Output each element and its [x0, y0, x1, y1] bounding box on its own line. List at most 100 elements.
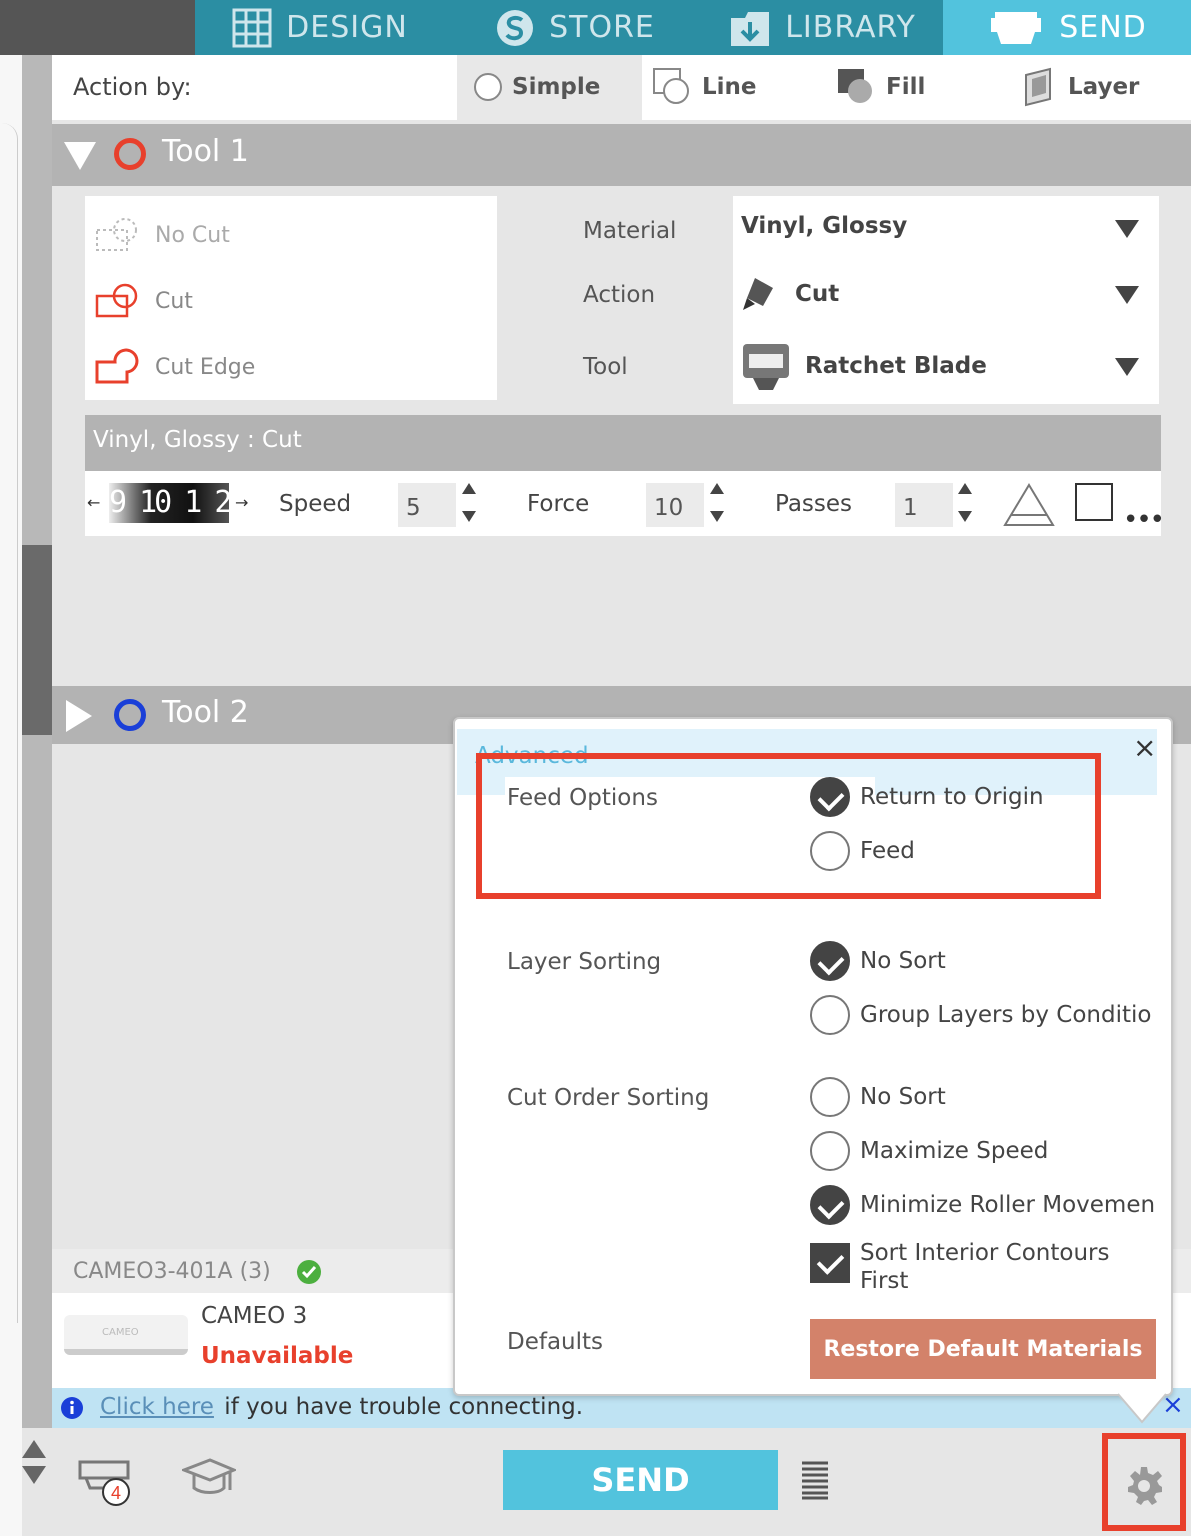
action-dropdown-arrow-icon[interactable]: [1115, 286, 1139, 304]
tool-label: Tool: [583, 354, 628, 380]
passes-input[interactable]: 1: [895, 483, 953, 527]
simple-radio[interactable]: [474, 73, 502, 101]
material-label: Material: [583, 218, 677, 244]
minimize-roller-option[interactable]: Minimize Roller Movemen: [810, 1185, 1155, 1225]
speed-input[interactable]: 5: [398, 483, 456, 527]
maximize-speed-radio[interactable]: [810, 1131, 850, 1171]
device-status: Unavailable: [201, 1343, 354, 1369]
tool2-title: Tool 2: [162, 695, 249, 730]
tab-design-label: DESIGN: [286, 10, 408, 45]
no-cut-icon: [96, 218, 137, 251]
material-summary-text: Vinyl, Glossy : Cut: [93, 427, 302, 453]
no-cut-label: No Cut: [155, 222, 230, 248]
action-value-group: Cut: [741, 274, 839, 314]
left-panel-border: [0, 123, 18, 1323]
fill-label: Fill: [886, 74, 926, 100]
material-dropdown-arrow-icon[interactable]: [1115, 220, 1139, 238]
action-by-bar: Action by: Simple Line Fill Layer: [52, 55, 1191, 120]
cut-action-list: No Cut Cut Cut Edge: [85, 196, 497, 400]
tab-library-label: LIBRARY: [785, 10, 916, 45]
action-cut-edge[interactable]: Cut Edge: [95, 348, 255, 386]
cut-label: Cut: [155, 288, 193, 314]
force-input[interactable]: 10: [646, 483, 704, 527]
tool-dropdown[interactable]: Ratchet Blade: [733, 334, 1159, 398]
passes-stepper[interactable]: [958, 483, 972, 523]
sort-interior-checkbox[interactable]: [810, 1243, 850, 1283]
popup-pointer: [1117, 1393, 1167, 1424]
action-simple-option[interactable]: Simple: [474, 73, 600, 101]
scrollbar-thumb[interactable]: [22, 545, 52, 735]
tool-dropdown-arrow-icon[interactable]: [1115, 358, 1139, 376]
action-line-option[interactable]: Line: [652, 67, 757, 107]
maximize-speed-option[interactable]: Maximize Speed: [810, 1131, 1048, 1171]
blade-right-arrow-icon[interactable]: →: [235, 493, 248, 512]
cut-icon: [95, 283, 138, 318]
test-cut-triangle-icon[interactable]: [1001, 481, 1057, 529]
layer-no-sort-option[interactable]: No Sort: [810, 941, 946, 981]
cut-edge-label: Cut Edge: [155, 354, 256, 380]
sort-interior-text: Sort Interior Contours First: [860, 1239, 1110, 1295]
tab-design[interactable]: DESIGN: [230, 0, 410, 55]
tab-library[interactable]: LIBRARY: [725, 0, 920, 55]
minimize-roller-radio[interactable]: [810, 1185, 850, 1225]
info-text: if you have trouble connecting.: [217, 1394, 584, 1420]
job-queue-icon[interactable]: 4: [76, 1452, 138, 1508]
panel-scrollbar[interactable]: [22, 55, 52, 1536]
scroll-up-icon[interactable]: [22, 1440, 46, 1458]
cut-no-sort-label: No Sort: [860, 1084, 946, 1110]
tab-send-label: SEND: [1059, 10, 1147, 45]
send-button[interactable]: SEND: [503, 1450, 778, 1510]
speed-stepper[interactable]: [462, 483, 476, 523]
line-label: Line: [702, 74, 757, 100]
feed-options-highlight-box: [476, 753, 1101, 899]
minimize-roller-label: Minimize Roller Movemen: [860, 1192, 1155, 1218]
bottom-scroll-arrows[interactable]: [22, 1440, 46, 1504]
more-options-icon[interactable]: •••: [1123, 505, 1165, 535]
expand-triangle-icon[interactable]: [64, 698, 94, 734]
tutorial-cap-icon[interactable]: [182, 1456, 236, 1500]
action-layer-option[interactable]: Layer: [1022, 67, 1139, 107]
action-cut[interactable]: Cut: [95, 282, 193, 320]
tab-store[interactable]: STORE: [490, 0, 660, 55]
job-queue-count: 4: [111, 1483, 121, 1503]
cutter-icon: [991, 11, 1042, 44]
sort-interior-option[interactable]: Sort Interior Contours First: [810, 1239, 1110, 1295]
collapse-triangle-icon[interactable]: [62, 140, 98, 172]
material-value: Vinyl, Glossy: [741, 213, 908, 239]
download-icon: [731, 11, 770, 46]
cut-no-sort-radio[interactable]: [810, 1077, 850, 1117]
click-here-link[interactable]: Click here: [100, 1394, 214, 1420]
tool1-dropdowns: Vinyl, Glossy Cut Ratchet Blade: [733, 196, 1159, 404]
blade-left-arrow-icon[interactable]: ←: [87, 493, 100, 512]
test-cut-square-icon[interactable]: [1075, 483, 1113, 521]
action-dropdown[interactable]: Cut: [733, 264, 1159, 326]
material-summary-bar: Vinyl, Glossy : Cut: [85, 415, 1161, 471]
blade-depth-preview[interactable]: 9 10 1 2 3: [109, 483, 229, 523]
layer-no-sort-radio[interactable]: [810, 941, 850, 981]
gear-icon[interactable]: [1124, 1465, 1164, 1505]
cameo-thumbnail: CAMEO: [64, 1315, 188, 1355]
action-fill-option[interactable]: Fill: [836, 67, 925, 107]
action-no-cut[interactable]: No Cut: [95, 216, 230, 254]
blade-action-icon: [743, 278, 773, 310]
restore-default-materials-button[interactable]: Restore Default Materials: [810, 1319, 1156, 1379]
tool1-header[interactable]: Tool 1: [52, 124, 1191, 186]
material-dropdown[interactable]: Vinyl, Glossy: [733, 196, 1159, 258]
action-by-label: Action by:: [73, 73, 192, 101]
force-stepper[interactable]: [710, 483, 724, 523]
scroll-down-icon[interactable]: [22, 1466, 46, 1484]
group-layers-option[interactable]: Group Layers by Conditio: [810, 995, 1155, 1035]
passes-label: Passes: [775, 491, 853, 517]
group-layers-radio[interactable]: [810, 995, 850, 1035]
close-icon[interactable]: ×: [1133, 731, 1156, 764]
cameo-thumb-label: CAMEO: [102, 1327, 139, 1338]
device-name: CAMEO 3: [201, 1303, 308, 1329]
layer-sorting-label: Layer Sorting: [507, 949, 662, 975]
cut-order-sorting-label: Cut Order Sorting: [507, 1085, 710, 1111]
fill-icon: [838, 69, 872, 103]
action-label: Action: [583, 282, 656, 308]
simple-label: Simple: [512, 74, 601, 100]
print-marks-icon[interactable]: [800, 1460, 830, 1500]
cut-no-sort-option[interactable]: No Sort: [810, 1077, 946, 1117]
tab-send[interactable]: SEND: [943, 0, 1191, 55]
